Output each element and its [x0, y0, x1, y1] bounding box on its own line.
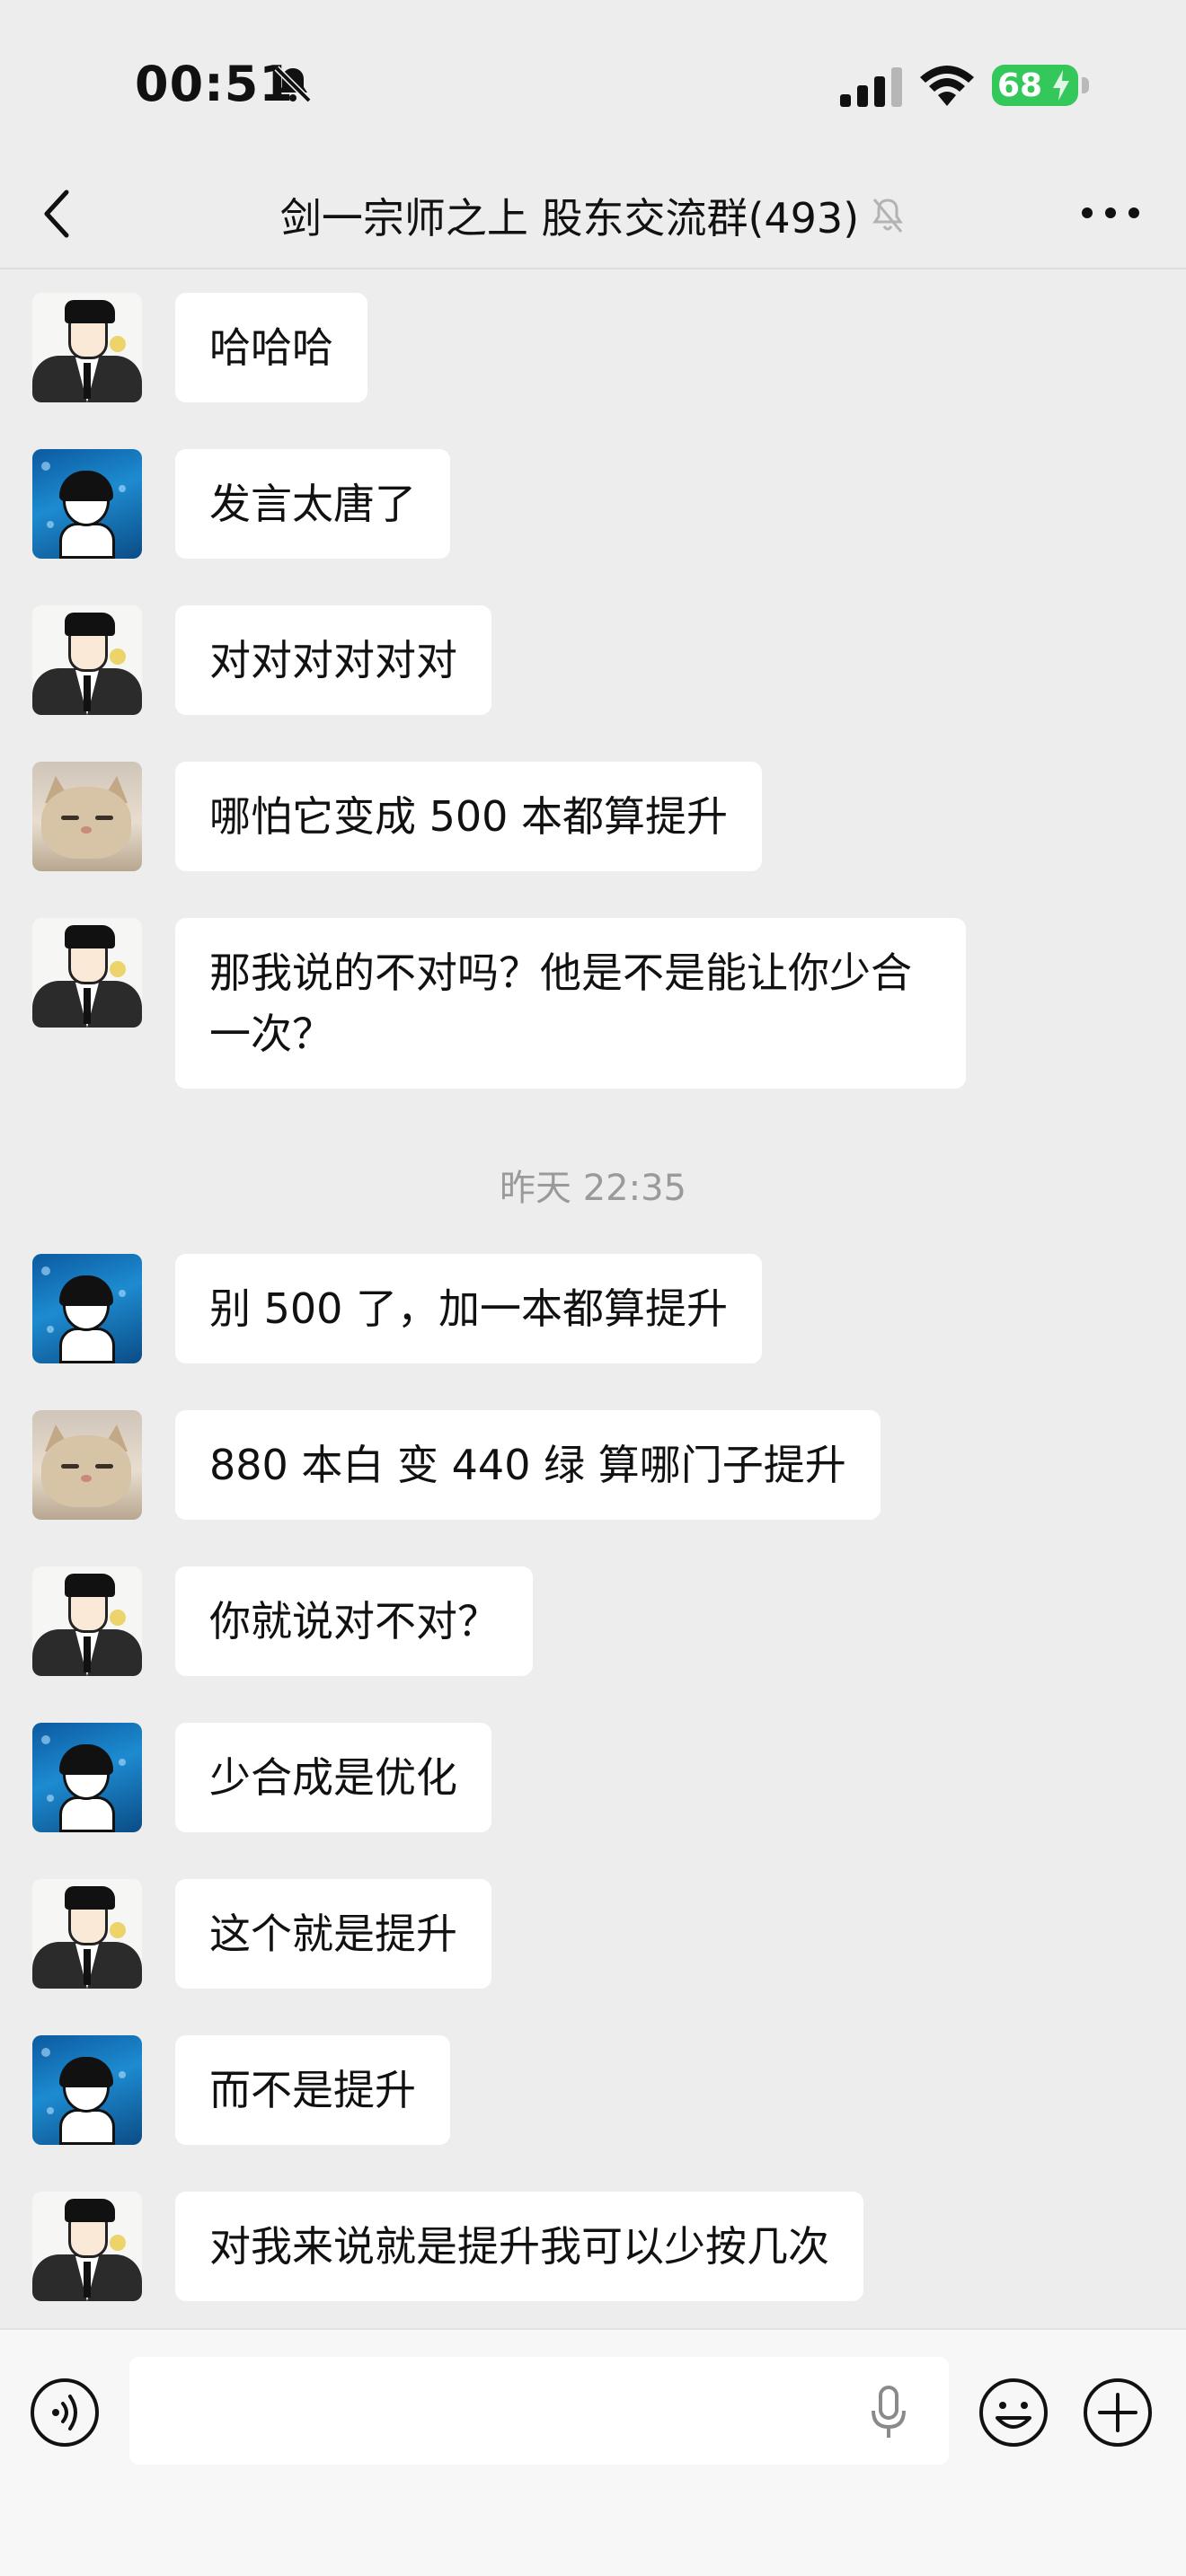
message-bubble[interactable]: 少合成是优化 — [175, 1723, 491, 1832]
message-row: 那我说的不对吗？他是不是能让你少合一次？ — [32, 918, 966, 1089]
message-bubble[interactable]: 别 500 了，加一本都算提升 — [175, 1254, 763, 1363]
avatar[interactable] — [32, 1410, 142, 1520]
message-bubble[interactable]: 那我说的不对吗？他是不是能让你少合一次？ — [175, 918, 966, 1089]
avatar[interactable] — [32, 1879, 142, 1989]
battery-indicator: 68 — [992, 65, 1089, 106]
avatar[interactable] — [32, 2035, 142, 2145]
chat-header: 剑一宗师之上 股东交流群(493) — [0, 162, 1186, 269]
status-time: 00:51 — [135, 56, 294, 112]
ellipsis-icon[interactable] — [1080, 205, 1141, 221]
message-row: 而不是提升 — [32, 2035, 450, 2145]
microphone-icon[interactable] — [864, 2386, 913, 2439]
message-row: 发言太唐了 — [32, 449, 450, 559]
wifi-icon — [920, 66, 974, 106]
message-bubble[interactable]: 对我来说就是提升我可以少按几次 — [175, 2192, 863, 2301]
battery-tip — [1082, 77, 1089, 93]
message-row: 880 本白 变 440 绿 算哪门子提升 — [32, 1410, 881, 1520]
avatar[interactable] — [32, 605, 142, 715]
message-bubble[interactable]: 发言太唐了 — [175, 449, 450, 559]
bell-slash-icon — [274, 66, 312, 103]
input-bar — [0, 2328, 1186, 2576]
avatar[interactable] — [32, 449, 142, 559]
voice-input-icon[interactable] — [29, 2377, 101, 2448]
message-timestamp: 昨天 22:35 — [500, 1168, 686, 1209]
battery-level: 68 — [997, 66, 1043, 104]
avatar[interactable] — [32, 1254, 142, 1363]
message-row: 你就说对不对？ — [32, 1566, 533, 1676]
status-bar: 00:51 68 — [0, 0, 1186, 162]
message-row: 别 500 了，加一本都算提升 — [32, 1254, 763, 1363]
message-bubble[interactable]: 你就说对不对？ — [175, 1566, 533, 1676]
message-bubble[interactable]: 对对对对对对 — [175, 605, 491, 715]
group-title[interactable]: 剑一宗师之上 股东交流群(493) — [280, 186, 859, 245]
avatar[interactable] — [32, 293, 142, 402]
message-bubble[interactable]: 哪怕它变成 500 本都算提升 — [175, 762, 763, 871]
avatar[interactable] — [32, 762, 142, 871]
emoji-icon[interactable] — [978, 2377, 1049, 2448]
cellular-signal-icon — [840, 67, 902, 107]
avatar[interactable] — [32, 1566, 142, 1676]
bell-slash-icon — [872, 198, 903, 233]
message-bubble[interactable]: 而不是提升 — [175, 2035, 450, 2145]
message-row: 哪怕它变成 500 本都算提升 — [32, 762, 763, 871]
plus-circle-icon[interactable] — [1082, 2377, 1154, 2448]
message-bubble[interactable]: 这个就是提升 — [175, 1879, 491, 1989]
message-row: 对对对对对对 — [32, 605, 491, 715]
avatar[interactable] — [32, 1723, 142, 1832]
message-row: 少合成是优化 — [32, 1723, 491, 1832]
message-bubble[interactable]: 哈哈哈 — [175, 293, 367, 402]
message-bubble[interactable]: 880 本白 变 440 绿 算哪门子提升 — [175, 1410, 881, 1520]
avatar[interactable] — [32, 918, 142, 1028]
message-row: 对我来说就是提升我可以少按几次 — [32, 2192, 863, 2301]
charging-bolt-icon — [1053, 70, 1069, 101]
avatar[interactable] — [32, 2192, 142, 2301]
chat-screen: 00:51 68 剑一宗师之上 股东交流群(493) 哈哈哈 发言太唐了 对对对… — [0, 0, 1186, 2576]
message-input[interactable] — [129, 2357, 949, 2465]
message-row: 哈哈哈 — [32, 293, 367, 402]
message-row: 这个就是提升 — [32, 1879, 491, 1989]
header-title-area: 剑一宗师之上 股东交流群(493) — [0, 162, 1186, 269]
